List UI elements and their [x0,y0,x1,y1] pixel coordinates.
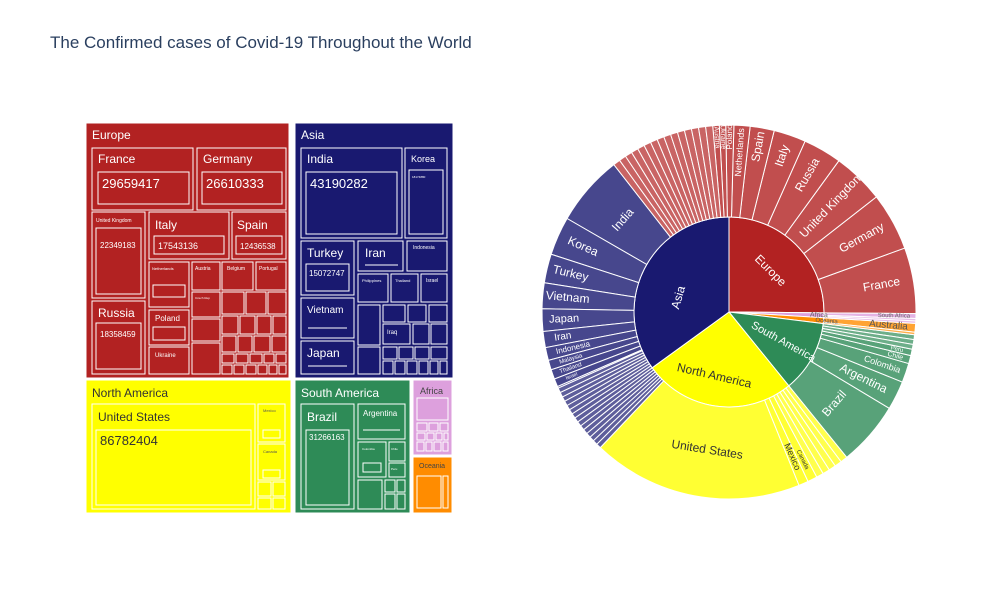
treemap-korea-value: 18174880 [412,175,426,179]
treemap-brazil-name: Brazil [307,410,337,424]
treemap-iraq-name: Iraq [387,330,397,336]
treemap-japan-name: Japan [307,346,340,360]
treemap-united-states-name: United States [98,410,170,424]
treemap-label-europe: Europe [92,128,131,142]
treemap-peru-name: Peru [391,467,398,471]
treemap-turkey-value: 15072747 [309,269,345,278]
treemap-poland-name: Poland [155,314,180,323]
figure-svg: Europe Asia North America South America Afri… [85,122,917,514]
treemap-india-name: India [307,152,333,166]
treemap-russia-value: 18358459 [100,330,136,339]
treemap-ukraine-name: Ukraine [155,353,176,359]
sunburst-label-japan: Japan [549,312,579,325]
treemap-turkey-name: Turkey [307,246,343,260]
treemap-germany-name: Germany [203,152,252,166]
treemap-argentina-name: Argentina [363,409,398,418]
treemap-france-value: 29659417 [102,176,160,191]
treemap-spain-name: Spain [237,218,268,232]
treemap-colombia-name: Colombia [362,447,375,451]
treemap-label-oceania: Oceania [419,463,445,470]
treemap-mexico-name: Mexico [263,408,276,413]
treemap-india-value: 43190282 [310,176,368,191]
treemap-chile-name: Chile [391,447,398,451]
treemap-france-name: France [98,152,136,166]
treemap-korea-name: Korea [411,154,435,164]
treemap-indonesia-name: Indonesia [413,245,435,251]
treemap-italy-value: 17543136 [158,241,198,251]
sunburst: EuropeAsiaNorth AmericaSouth AmericaAfri… [541,124,917,500]
treemap-uk-name: United Kingdom [96,218,132,224]
treemap-israel-name: Israel [426,278,438,284]
treemap-russia-name: Russia [98,306,135,320]
treemap-austria-name: Austria [195,266,211,272]
treemap-philippines-name: Philippines [362,278,381,283]
treemap-spain-value: 12436538 [240,242,276,251]
treemap-germany-value: 26610333 [206,176,264,191]
treemap-label-south-america: South America [301,386,379,400]
treemap-portugal-name: Portugal [259,266,278,272]
treemap-thailand-name: Thailand [395,278,410,283]
treemap-label-africa: Africa [420,386,443,396]
treemap-canada-name: Canada [263,449,278,454]
treemap-uk-value: 22349183 [100,241,136,250]
treemap-iran-name: Iran [365,246,386,260]
treemap-label-asia: Asia [301,128,325,142]
treemap-netherlands-name: Netherlands [152,266,174,271]
treemap-czech-name: Czech Rep [195,296,210,300]
chart-canvas: The Confirmed cases of Covid-19 Througho… [0,0,1000,600]
treemap: Europe Asia North America South America Afri… [85,122,454,514]
treemap-vietnam-name: Vietnam [307,305,344,316]
treemap-italy-name: Italy [155,218,177,232]
treemap-belgium-name: Belgium [227,266,245,272]
treemap-united-states-value: 86782404 [100,433,158,448]
treemap-brazil-value: 31266163 [309,433,345,442]
treemap-label-north-america: North America [92,386,168,400]
